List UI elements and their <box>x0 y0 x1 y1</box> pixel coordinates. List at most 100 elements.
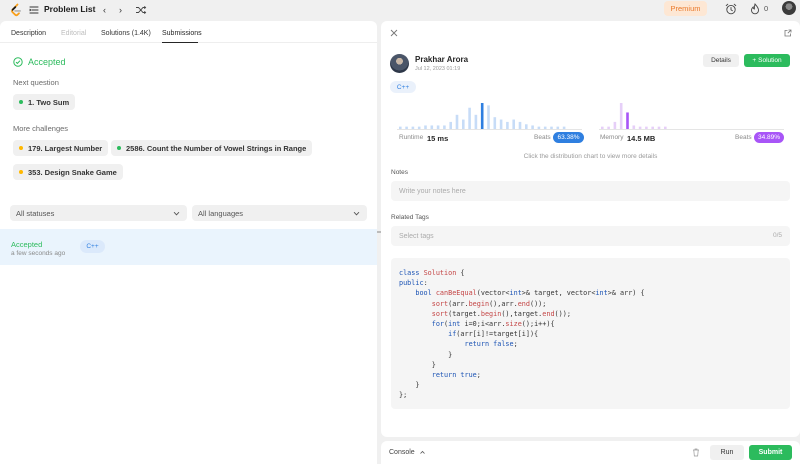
related-tags-label: Related Tags <box>391 214 429 221</box>
next-question-title: 1. Two Sum <box>28 97 70 107</box>
memory-label: Memory <box>600 134 624 141</box>
difficulty-dot <box>117 146 121 150</box>
left-panel: Description Editorial Solutions (1.4K) S… <box>0 21 377 464</box>
challenge-chip[interactable]: 353. Design Snake Game <box>13 164 123 180</box>
check-circle-icon <box>13 57 23 67</box>
distribution-bar <box>619 103 623 129</box>
challenge-chip[interactable]: 2586. Count the Number of Vowel Strings … <box>111 140 313 156</box>
problem-list-link[interactable]: Problem List <box>44 4 95 14</box>
tab-description[interactable]: Description <box>11 30 46 37</box>
top-bar: Problem List ‹ › Premium 0 <box>0 0 800 20</box>
open-external-icon[interactable] <box>784 29 792 37</box>
submission-detail-panel: Prakhar Arora Jul 12, 2023 01:19 Details… <box>381 21 800 437</box>
active-tab-indicator <box>162 42 198 43</box>
code-line: for(int i=0;i<arr.size();i++){ <box>431 320 555 329</box>
language-filter-select[interactable]: All languages <box>192 205 367 221</box>
premium-button[interactable]: Premium <box>664 1 707 16</box>
runtime-label: Runtime <box>399 134 424 141</box>
details-button[interactable]: Details <box>703 54 739 67</box>
challenge-title: 353. Design Snake Game <box>28 167 117 177</box>
code-line: } <box>399 381 420 390</box>
distribution-bar <box>512 119 515 129</box>
solution-button-label: Solution <box>758 57 782 64</box>
status-filter-select[interactable]: All statuses <box>10 205 187 221</box>
chevron-down-icon <box>353 211 360 215</box>
code-line: }; <box>399 391 408 400</box>
distribution-bar <box>449 121 452 129</box>
code-line: sort(target.begin(),target.end()); <box>431 309 571 318</box>
tags-placeholder: Select tags <box>399 232 434 240</box>
post-solution-button[interactable]: + Solution <box>744 54 790 67</box>
memory-beats-percent: 34.89% <box>754 132 784 143</box>
run-button[interactable]: Run <box>710 445 744 460</box>
streak-count: 0 <box>764 4 769 13</box>
next-question-chip[interactable]: 1. Two Sum <box>13 94 76 110</box>
language-filter-value: All languages <box>198 208 244 218</box>
tab-solutions[interactable]: Solutions (1.4K) <box>101 30 151 37</box>
memory-distribution-chart[interactable] <box>599 99 784 129</box>
distribution-bar <box>474 114 478 129</box>
submission-time: a few seconds ago <box>11 250 66 257</box>
challenge-chip[interactable]: 179. Largest Number <box>13 140 109 156</box>
language-badge: C++ <box>390 81 416 93</box>
submission-date: Jul 12, 2023 01:19 <box>415 66 461 72</box>
difficulty-dot <box>19 100 23 104</box>
avatar[interactable] <box>782 1 796 15</box>
shuffle-icon[interactable] <box>135 4 147 16</box>
list-icon[interactable] <box>29 5 39 15</box>
chevron-left-icon[interactable]: ‹ <box>97 2 112 17</box>
tab-editorial[interactable]: Editorial <box>61 30 86 37</box>
tags-select[interactable]: Select tags 0/5 <box>391 226 790 246</box>
distribution-bar <box>518 121 522 129</box>
memory-chart-baseline <box>599 129 784 130</box>
console-toggle[interactable]: Console <box>389 449 426 456</box>
code-line: public: <box>399 279 428 288</box>
close-icon[interactable] <box>390 29 398 37</box>
next-question-label: Next question <box>13 78 59 87</box>
tags-count: 0/5 <box>772 232 782 239</box>
code-block[interactable]: class Solution { public: bool canBeEqual(… <box>391 258 790 409</box>
distribution-bar <box>462 119 465 129</box>
difficulty-dot <box>19 170 23 174</box>
distribution-bar <box>468 107 471 129</box>
distribution-bar <box>455 114 459 129</box>
chevron-right-icon[interactable]: › <box>113 2 128 17</box>
chevron-up-icon <box>419 450 425 454</box>
runtime-beats-label: Beats <box>534 134 551 141</box>
distribution-bar <box>626 112 629 129</box>
distribution-bar <box>493 117 497 129</box>
leetcode-logo-icon[interactable] <box>9 3 23 17</box>
runtime-distribution-chart[interactable] <box>397 99 582 129</box>
distribution-bar <box>499 119 503 129</box>
accepted-label: Accepted <box>28 57 66 67</box>
code-line: bool canBeEqual(vector<int>& target, vec… <box>415 289 645 298</box>
trash-icon[interactable] <box>692 448 700 457</box>
fire-icon[interactable] <box>749 3 761 15</box>
submission-language-badge: C++ <box>80 240 105 253</box>
notes-label: Notes <box>391 169 408 176</box>
memory-value: 14.5 MB <box>627 134 656 143</box>
plus-icon: + <box>752 57 757 64</box>
code-line: return true; <box>431 371 481 380</box>
distribution-bar <box>480 103 484 129</box>
submit-button[interactable]: Submit <box>749 445 792 460</box>
submission-row[interactable]: Accepted a few seconds ago C++ <box>0 229 377 265</box>
challenge-title: 2586. Count the Number of Vowel Strings … <box>126 143 307 153</box>
difficulty-dot <box>19 146 23 150</box>
status-filter-value: All statuses <box>16 208 55 218</box>
distribution-hint: Click the distribution chart to view mor… <box>523 153 658 160</box>
code-line: class Solution { <box>399 269 465 277</box>
chevron-down-icon <box>173 211 180 215</box>
tab-bar: Description Editorial Solutions (1.4K) S… <box>0 21 377 43</box>
distribution-bar <box>506 121 509 129</box>
tab-submissions[interactable]: Submissions <box>162 30 202 37</box>
author-name[interactable]: Prakhar Arora <box>415 55 468 64</box>
runtime-value: 15 ms <box>427 134 449 143</box>
memory-beats-label: Beats <box>735 134 752 141</box>
notes-input[interactable]: Write your notes here <box>391 181 790 201</box>
author-avatar[interactable] <box>390 54 409 73</box>
submission-status: Accepted <box>11 240 43 249</box>
accepted-header: Accepted <box>13 57 66 67</box>
distribution-bar <box>487 105 490 129</box>
alarm-icon[interactable] <box>725 3 737 15</box>
